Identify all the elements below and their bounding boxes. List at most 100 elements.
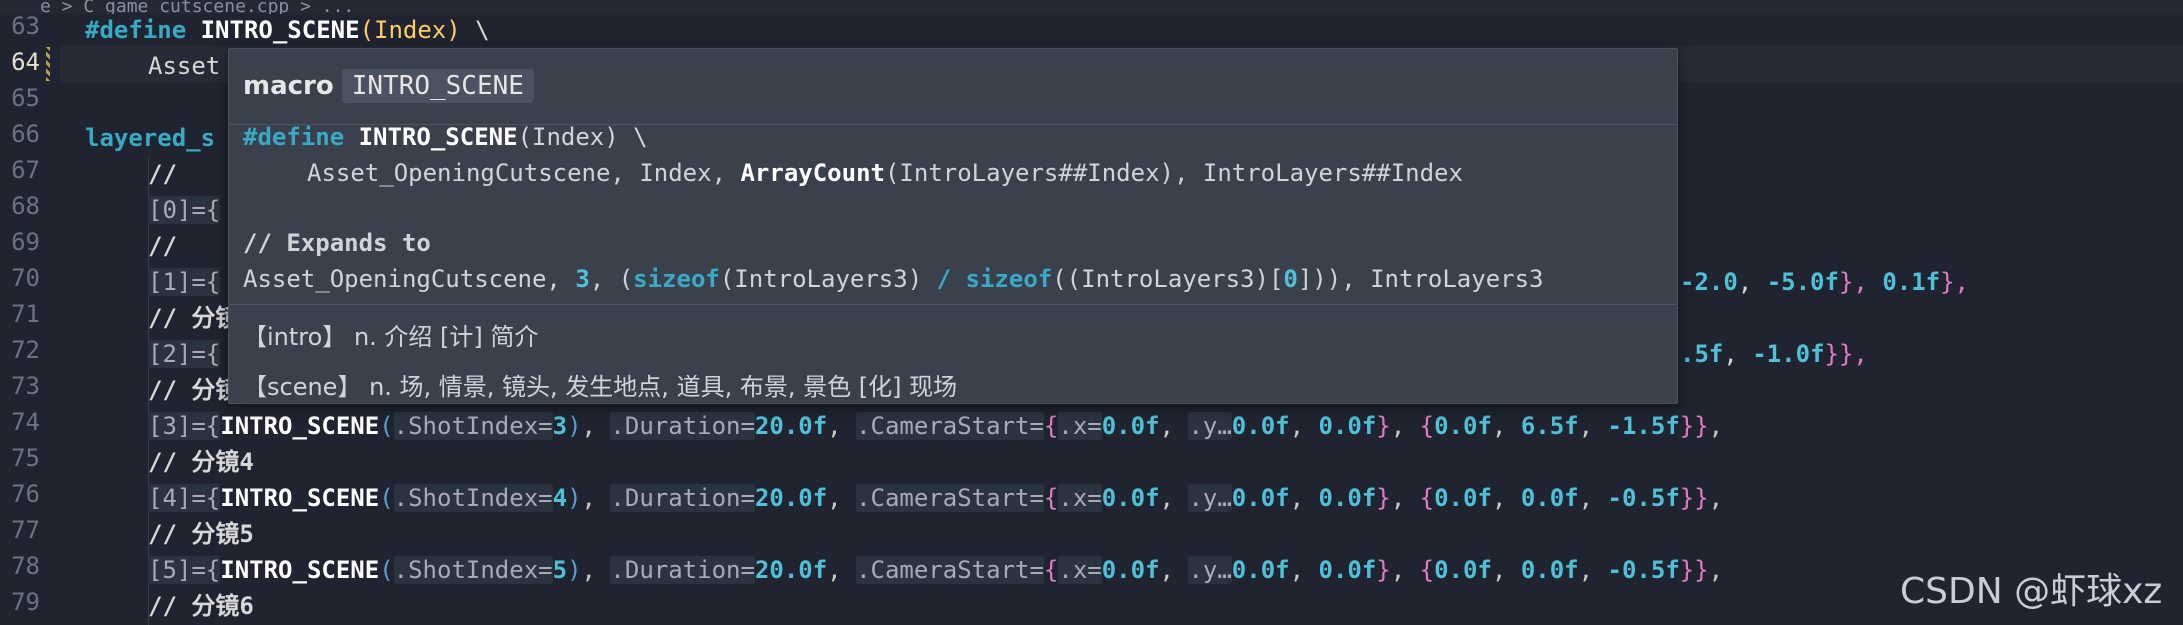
hover-kind: macro bbox=[243, 71, 334, 101]
line-continuation: \ bbox=[460, 16, 490, 44]
code-text: ])), IntroLayers3 bbox=[1297, 265, 1544, 293]
macro-call: INTRO_SCENE bbox=[220, 412, 380, 440]
git-modified-marker bbox=[46, 47, 50, 81]
number-literal: 0.0f bbox=[1434, 484, 1492, 512]
code-line-70-tail[interactable]: -2.0, -5.0f}, 0.1f}, bbox=[1680, 264, 1969, 300]
hover-symbol-name: INTRO_SCENE bbox=[341, 69, 534, 103]
code-line-74[interactable]: [3]={INTRO_SCENE(.ShotIndex=3), .Duratio… bbox=[148, 408, 1723, 444]
number-literal: 0.1f bbox=[1882, 268, 1941, 296]
csdn-watermark: CSDN @虾球xz bbox=[1900, 571, 2163, 612]
code-line-67[interactable]: // bbox=[148, 156, 177, 192]
paren: ) bbox=[567, 412, 582, 440]
inlay-hint: .Duration= bbox=[610, 484, 755, 512]
code-line-77[interactable]: // 分镜5 bbox=[148, 516, 254, 552]
index-designator: [5]={ bbox=[148, 556, 221, 584]
code-line-68[interactable]: [0]={ bbox=[148, 192, 221, 228]
brace: { bbox=[1419, 412, 1435, 440]
separator: , bbox=[1737, 268, 1767, 296]
index-designator: [3]={ bbox=[148, 412, 221, 440]
code-text: Asset_OpeningCutscene, bbox=[243, 265, 576, 293]
hover-divider bbox=[229, 304, 1677, 305]
hover-signature: macro INTRO_SCENE bbox=[243, 69, 534, 103]
inlay-hint: .y… bbox=[1188, 556, 1232, 584]
code-line-72-tail[interactable]: .5f, -1.0f}}, bbox=[1680, 336, 1868, 372]
brace: { bbox=[1043, 484, 1059, 512]
number-literal: -1.5f bbox=[1607, 412, 1680, 440]
code-line-70[interactable]: [1]={ bbox=[148, 264, 221, 300]
line-number: 70 bbox=[11, 264, 40, 292]
brace: { bbox=[1043, 412, 1059, 440]
macro-hover-tooltip[interactable]: macro INTRO_SCENE #define INTRO_SCENE(Ind… bbox=[228, 48, 1678, 404]
code-line-75[interactable]: // 分镜4 bbox=[148, 444, 254, 480]
code-line-69[interactable]: // bbox=[148, 228, 177, 264]
function-name: ArrayCount bbox=[740, 159, 885, 187]
comment: // 分镜4 bbox=[148, 448, 254, 476]
code-line-71[interactable]: // 分镜 bbox=[148, 300, 239, 336]
brace: }} bbox=[1679, 556, 1709, 584]
code-line-78[interactable]: [5]={INTRO_SCENE(.ShotIndex=5), .Duratio… bbox=[148, 552, 1723, 588]
number-literal: 0.0f bbox=[1520, 556, 1579, 584]
code-line-63[interactable]: #define INTRO_SCENE(Index) \ bbox=[85, 12, 490, 48]
hover-expansion: Asset_OpeningCutscene, 3, (sizeof(IntroL… bbox=[243, 265, 1544, 293]
macro-name: INTRO_SCENE bbox=[358, 123, 518, 151]
number-literal: 0.0f bbox=[1318, 484, 1377, 512]
line-number: 77 bbox=[11, 516, 40, 544]
number-literal: 20.0f bbox=[754, 556, 828, 584]
comment: // bbox=[148, 160, 177, 188]
comment: // bbox=[148, 232, 177, 260]
number-literal: 20.0f bbox=[754, 484, 828, 512]
number-literal: -5.0f bbox=[1766, 268, 1839, 296]
brace: { bbox=[1043, 556, 1059, 584]
index-designator: [4]={ bbox=[148, 484, 221, 512]
hover-expands-label: // Expands to bbox=[243, 229, 431, 257]
index-designator: [0]={ bbox=[148, 196, 221, 224]
number-literal: 0.0f bbox=[1231, 556, 1290, 584]
hover-define-body: Asset_OpeningCutscene, Index, ArrayCount… bbox=[307, 159, 1463, 187]
code-line-72[interactable]: [2]={ bbox=[148, 336, 221, 372]
code-text: (IntroLayers3) bbox=[719, 265, 937, 293]
define-keyword: #define bbox=[85, 16, 187, 44]
code-text: , ( bbox=[589, 265, 634, 293]
line-number: 67 bbox=[11, 156, 40, 184]
inlay-hint: .CameraStart= bbox=[856, 484, 1044, 512]
operator: / bbox=[936, 265, 952, 293]
inlay-hint: .ShotIndex= bbox=[393, 412, 553, 440]
comment: // 分镜5 bbox=[148, 520, 254, 548]
number-literal: -0.5f bbox=[1607, 484, 1680, 512]
number-literal: 3 bbox=[552, 412, 568, 440]
code-line-76[interactable]: [4]={INTRO_SCENE(.ShotIndex=4), .Duratio… bbox=[148, 480, 1723, 516]
brace: { bbox=[1419, 484, 1435, 512]
code-line-64[interactable]: Asset bbox=[148, 48, 220, 84]
brace: }, bbox=[1940, 268, 1970, 296]
number-literal: 0.0f bbox=[1101, 484, 1160, 512]
code-line-79[interactable]: // 分镜6 bbox=[148, 588, 254, 624]
dictionary-entry-scene: 【scene】 n. 场, 情景, 镜头, 发生地点, 道具, 布景, 景色 [… bbox=[243, 373, 958, 401]
line-number: 63 bbox=[11, 12, 40, 40]
line-number: 64 bbox=[11, 48, 40, 76]
define-keyword: #define bbox=[243, 123, 345, 151]
separator: , bbox=[1723, 340, 1753, 368]
brace: }, bbox=[1838, 268, 1883, 296]
brace: }}, bbox=[1824, 340, 1868, 368]
line-number: 69 bbox=[11, 228, 40, 256]
number-literal: 0.0f bbox=[1318, 412, 1377, 440]
comment: // 分镜6 bbox=[148, 592, 254, 620]
number-literal: .5f bbox=[1680, 340, 1724, 368]
hover-define-line: #define INTRO_SCENE(Index) \ bbox=[243, 123, 648, 151]
code-line-73[interactable]: // 分镜 bbox=[148, 372, 239, 408]
brace: } bbox=[1376, 556, 1391, 584]
paren: ( bbox=[379, 556, 394, 584]
number-literal: -2.0 bbox=[1680, 268, 1738, 296]
number-literal: 0.0f bbox=[1520, 484, 1579, 512]
line-number: 68 bbox=[11, 192, 40, 220]
dictionary-entry-intro: 【intro】 n. 介绍 [计] 简介 bbox=[243, 323, 539, 351]
code-text: layered_s bbox=[85, 124, 216, 152]
number-literal: 4 bbox=[552, 484, 568, 512]
number-literal: 20.0f bbox=[754, 412, 828, 440]
number-literal: 0.0f bbox=[1231, 484, 1290, 512]
code-line-66[interactable]: layered_s bbox=[85, 120, 215, 156]
index-designator: [2]={ bbox=[148, 340, 221, 368]
line-number: 65 bbox=[11, 84, 40, 112]
code-text: ((IntroLayers3)[ bbox=[1052, 265, 1284, 293]
